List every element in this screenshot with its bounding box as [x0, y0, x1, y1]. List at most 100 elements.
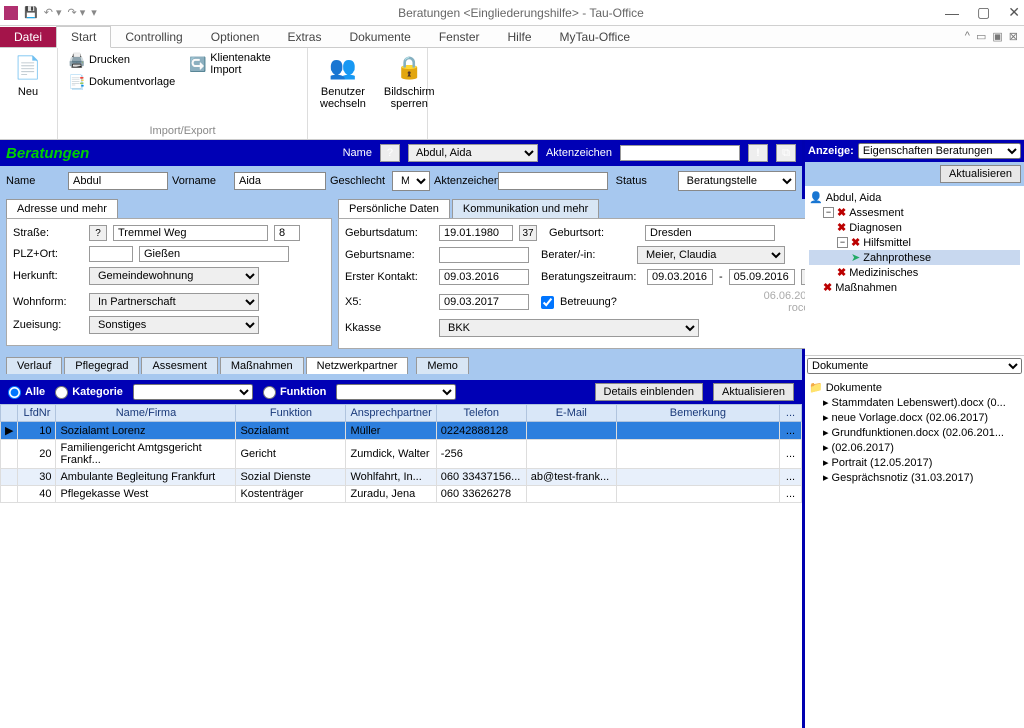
hausnr-input[interactable] [274, 225, 300, 241]
minimize-icon[interactable]: — [945, 5, 959, 21]
delete-icon[interactable]: ✖ [823, 281, 832, 294]
tab-start[interactable]: Start [56, 26, 111, 48]
ribbon-close-icon[interactable]: ⊠ [1009, 30, 1018, 43]
tab-adresse[interactable]: Adresse und mehr [6, 199, 118, 218]
aktualisieren-button[interactable]: Aktualisieren [713, 383, 794, 401]
collapse-icon[interactable]: − [823, 207, 834, 218]
header-az-input[interactable] [620, 145, 740, 161]
subtab-massnahmen[interactable]: Maßnahmen [220, 357, 304, 374]
right-aktualisieren-button[interactable]: Aktualisieren [940, 165, 1021, 183]
table-row[interactable]: 20 Familiengericht Amtgsgericht Frankf..… [1, 440, 802, 469]
az-alert-button[interactable]: ! [748, 144, 768, 162]
subtab-netzwerkpartner[interactable]: Netzwerkpartner [306, 357, 409, 374]
doc-item[interactable]: ▸neue Vorlage.docx (02.06.2017) [809, 410, 1020, 425]
form-geschlecht-select[interactable]: M [392, 171, 430, 191]
ribbon-min-icon[interactable]: ▭ [976, 30, 986, 43]
table-row[interactable]: 30 Ambulante Begleitung Frankfurt Sozial… [1, 469, 802, 486]
drucken-button[interactable]: 🖨️Drucken [66, 50, 177, 70]
col-lfdnr[interactable]: LfdNr [18, 405, 56, 422]
tree-massnahmen[interactable]: ✖Maßnahmen [809, 280, 1020, 295]
row-more-button[interactable]: ... [780, 486, 802, 503]
delete-icon[interactable]: ✖ [837, 221, 846, 234]
col-telefon[interactable]: Telefon [436, 405, 526, 422]
subtab-pflegegrad[interactable]: Pflegegrad [64, 357, 139, 374]
col-name[interactable]: Name/Firma [56, 405, 236, 422]
filter-alle-radio[interactable] [8, 386, 21, 399]
kkasse-select[interactable]: BKK [439, 319, 699, 337]
row-more-button[interactable]: ... [780, 422, 802, 440]
col-more[interactable]: ... [780, 405, 802, 422]
benutzer-wechseln-button[interactable]: 👥Benutzer wechseln [316, 50, 370, 112]
row-more-button[interactable]: ... [780, 440, 802, 469]
strasse-input[interactable] [113, 225, 268, 241]
table-row[interactable]: ▶ 10 Sozialamt Lorenz Sozialamt Müller 0… [1, 422, 802, 440]
filter-kategorie-radio[interactable] [55, 386, 68, 399]
klientenakte-import-button[interactable]: ↪️Klientenakte Import [187, 50, 299, 78]
delete-icon[interactable]: ✖ [837, 266, 846, 279]
doc-item[interactable]: ▸(02.06.2017) [809, 440, 1020, 455]
maximize-icon[interactable]: ▢ [977, 4, 990, 21]
tab-extras[interactable]: Extras [273, 27, 335, 47]
doc-item[interactable]: ▸Gesprächsnotiz (31.03.2017) [809, 470, 1020, 485]
name-help-button[interactable]: ? [380, 144, 400, 162]
doc-item[interactable]: ▸Stammdaten Lebenswert).docx (0... [809, 395, 1020, 410]
row-more-button[interactable]: ... [780, 469, 802, 486]
org-chart-button[interactable]: ⧉ [776, 144, 796, 162]
col-bemerkung[interactable]: Bemerkung [616, 405, 779, 422]
tab-fenster[interactable]: Fenster [425, 27, 494, 47]
form-az-input[interactable] [498, 172, 608, 190]
filter-kategorie-select[interactable] [133, 384, 253, 400]
tree-diagnosen[interactable]: ✖Diagnosen [809, 220, 1020, 235]
subtab-verlauf[interactable]: Verlauf [6, 357, 62, 374]
tab-kommunikation[interactable]: Kommunikation und mehr [452, 199, 599, 218]
tree-zahnprothese[interactable]: ➤Zahnprothese [809, 250, 1020, 265]
tab-dokumente[interactable]: Dokumente [335, 27, 424, 47]
gebname-input[interactable] [439, 247, 529, 263]
close-icon[interactable]: ✕ [1008, 4, 1020, 21]
ribbon-collapse-icon[interactable]: ^ [965, 30, 970, 43]
tab-persdaten[interactable]: Persönliche Daten [338, 199, 450, 218]
tree-medizinisches[interactable]: ✖Medizinisches [809, 265, 1020, 280]
tree-hilfsmittel[interactable]: −✖Hilfsmittel [809, 235, 1020, 250]
plz-input[interactable] [89, 246, 133, 262]
tab-controlling[interactable]: Controlling [111, 27, 196, 47]
gebort-input[interactable] [645, 225, 775, 241]
ort-input[interactable] [139, 246, 289, 262]
tree-root[interactable]: 👤Abdul, Aida [809, 190, 1020, 205]
filter-funktion-select[interactable] [336, 384, 456, 400]
file-tab[interactable]: Datei [0, 27, 56, 47]
subtab-assesment[interactable]: Assesment [141, 357, 217, 374]
kontakt-input[interactable] [439, 269, 529, 285]
form-status-select[interactable]: Beratungstelle [678, 171, 796, 191]
ribbon-max-icon[interactable]: ▣ [992, 30, 1002, 43]
betreuung-checkbox[interactable] [541, 296, 554, 309]
subtab-memo[interactable]: Memo [416, 357, 469, 374]
details-button[interactable]: Details einblenden [595, 383, 704, 401]
doc-item[interactable]: ▸Portrait (12.05.2017) [809, 455, 1020, 470]
zueisung-select[interactable]: Sonstiges [89, 316, 259, 334]
header-name-select[interactable]: Abdul, Aida [408, 144, 538, 162]
qat-save-icon[interactable]: 💾 [24, 6, 38, 19]
col-funktion[interactable]: Funktion [236, 405, 346, 422]
tree-assesment[interactable]: −✖Assesment [809, 205, 1020, 220]
dokumente-select[interactable]: Dokumente [807, 358, 1022, 374]
doc-item[interactable]: ▸Grundfunktionen.docx (02.06.201... [809, 425, 1020, 440]
doc-root[interactable]: 📁Dokumente [809, 380, 1020, 395]
herkunft-select[interactable]: Gemeindewohnung [89, 267, 259, 285]
gebdatum-input[interactable] [439, 225, 513, 241]
bildschirm-sperren-button[interactable]: 🔒Bildschirm sperren [380, 50, 439, 112]
x5-input[interactable] [439, 294, 529, 310]
delete-icon[interactable]: ✖ [837, 206, 846, 219]
zeitraum-von-input[interactable] [647, 269, 713, 285]
anzeige-select[interactable]: Eigenschaften Beratungen [858, 143, 1021, 159]
tab-optionen[interactable]: Optionen [197, 27, 274, 47]
qat-undo-icon[interactable]: ↶ ▾ [44, 6, 62, 19]
filter-funktion-radio[interactable] [263, 386, 276, 399]
wohnform-select[interactable]: In Partnerschaft [89, 293, 259, 311]
zeitraum-bis-input[interactable] [729, 269, 795, 285]
tab-mytau[interactable]: MyTau-Office [546, 27, 644, 47]
neu-button[interactable]: 📄Neu [8, 50, 48, 100]
tab-hilfe[interactable]: Hilfe [494, 27, 546, 47]
col-ansprechpartner[interactable]: Ansprechpartner [346, 405, 436, 422]
col-email[interactable]: E-Mail [526, 405, 616, 422]
